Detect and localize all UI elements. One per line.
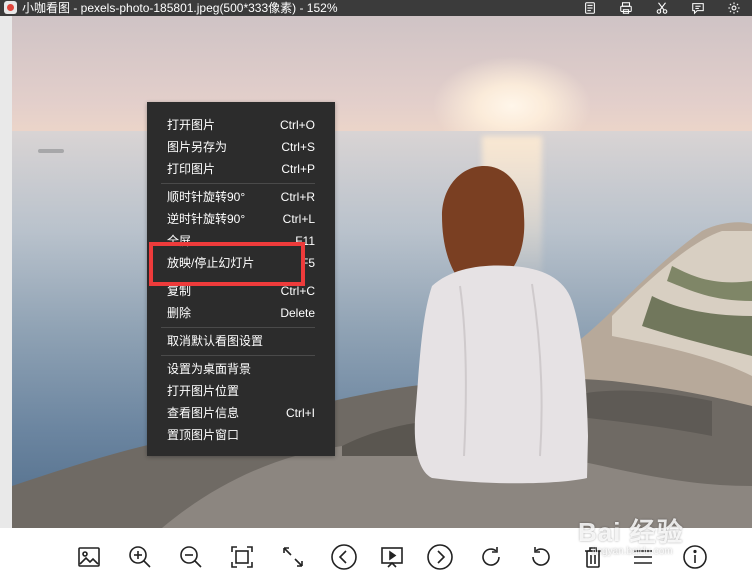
menu-separator	[161, 355, 315, 356]
fit-window-icon[interactable]	[227, 542, 257, 572]
menu-item-open-location[interactable]: 打开图片位置	[167, 380, 315, 402]
menu-item-print[interactable]: 打印图片 Ctrl+P	[167, 158, 315, 180]
image-viewport[interactable]: 打开图片 Ctrl+O 图片另存为 Ctrl+S 打印图片 Ctrl+P 顺时针旋转9…	[0, 16, 752, 528]
highlight-annotation	[149, 242, 305, 286]
title-bar-icons	[572, 0, 752, 16]
image-icon[interactable]	[74, 542, 104, 572]
menu-item-image-info[interactable]: 查看图片信息 Ctrl+I	[167, 402, 315, 424]
photo-person	[414, 166, 588, 484]
cut-icon[interactable]	[644, 0, 680, 16]
photo	[12, 16, 752, 528]
menu-item-set-wallpaper[interactable]: 设置为桌面背景	[167, 358, 315, 380]
app-logo-icon	[4, 1, 17, 14]
menu-separator	[161, 327, 315, 328]
previous-icon[interactable]	[329, 542, 359, 572]
menu-separator	[161, 183, 315, 184]
fullscreen-icon[interactable]	[278, 542, 308, 572]
settings-icon[interactable]	[716, 0, 752, 16]
menu-item-save-as[interactable]: 图片另存为 Ctrl+S	[167, 136, 315, 158]
rotate-counterclockwise-icon[interactable]	[526, 542, 556, 572]
menu-item-delete[interactable]: 删除 Delete	[167, 302, 315, 324]
title-bar: 小咖看图 - pexels-photo-185801.jpeg(500*333像…	[0, 0, 752, 16]
zoom-in-icon[interactable]	[125, 542, 155, 572]
menu-item-rotate-clockwise[interactable]: 顺时针旋转90° Ctrl+R	[167, 186, 315, 208]
menu-item-cancel-default-viewer[interactable]: 取消默认看图设置	[167, 330, 315, 352]
zoom-out-icon[interactable]	[176, 542, 206, 572]
print-icon[interactable]	[608, 0, 644, 16]
menu-item-open-image[interactable]: 打开图片 Ctrl+O	[167, 114, 315, 136]
slideshow-icon[interactable]	[377, 542, 407, 572]
menu-item-pin-window[interactable]: 置顶图片窗口	[167, 424, 315, 446]
menu-item-rotate-counterclockwise[interactable]: 逆时针旋转90° Ctrl+L	[167, 208, 315, 230]
next-icon[interactable]	[425, 542, 455, 572]
watermark: Bai 经验 jingyan.baidu.com	[578, 517, 684, 557]
window-title: 小咖看图 - pexels-photo-185801.jpeg(500*333像…	[22, 1, 338, 15]
rotate-clockwise-icon[interactable]	[476, 542, 506, 572]
feedback-icon[interactable]	[680, 0, 716, 16]
compress-icon[interactable]	[572, 0, 608, 16]
